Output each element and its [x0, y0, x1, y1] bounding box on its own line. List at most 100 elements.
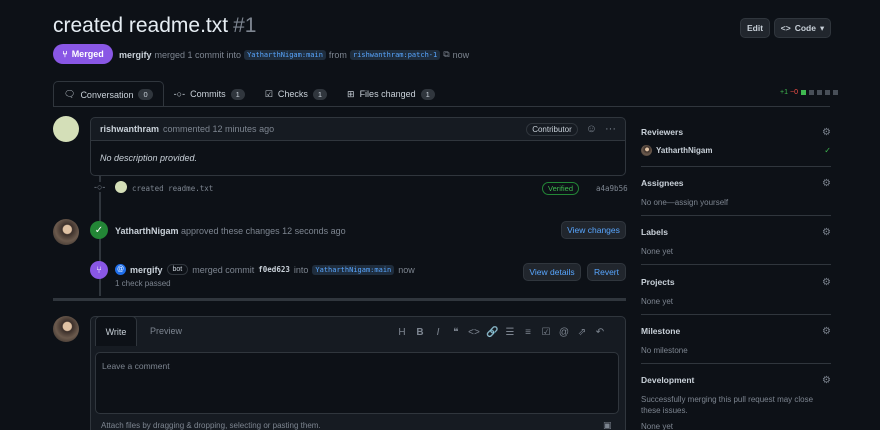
verified-badge[interactable]: Verified	[542, 182, 580, 195]
diff-square	[832, 90, 838, 95]
comment-author[interactable]: rishwanthram	[100, 124, 159, 134]
tab-commits[interactable]: -○- Commits 1	[164, 81, 255, 107]
cross-reference-icon[interactable]: ⇗	[576, 327, 588, 338]
tab-write[interactable]: Write	[95, 316, 137, 346]
avatar[interactable]	[115, 181, 127, 193]
comment-header: rishwanthram commented 12 minutes ago Co…	[90, 117, 626, 141]
copy-icon[interactable]: ⧉	[443, 49, 449, 60]
tab-files-changed[interactable]: ⊞ Files changed 1	[337, 81, 445, 107]
mergify-avatar[interactable]: @	[115, 264, 126, 275]
merger-link[interactable]: mergify	[119, 50, 152, 60]
check-icon: ✓	[824, 146, 831, 155]
gear-icon[interactable]: ⚙	[822, 375, 831, 386]
gear-icon[interactable]: ⚙	[822, 326, 831, 337]
kebab-menu-icon[interactable]: ···	[605, 123, 616, 135]
sidebar-value: None yet	[641, 297, 674, 306]
pr-title: created readme.txt	[53, 14, 229, 37]
code-icon[interactable]: <>	[468, 327, 480, 338]
avatar[interactable]	[53, 116, 79, 142]
head-branch[interactable]: rishwanthram:patch-1	[349, 49, 441, 60]
commit-sha[interactable]: a4a9b56	[596, 184, 628, 193]
markdown-icon[interactable]: ▣	[603, 420, 612, 430]
check-icon: ✓	[90, 221, 108, 239]
diff-square	[824, 90, 830, 95]
merger-name[interactable]: mergify	[130, 265, 163, 275]
tab-count: 1	[420, 88, 435, 100]
task-list-icon[interactable]: ☑	[540, 327, 552, 338]
tab-label: Checks	[277, 89, 308, 99]
reply-icon[interactable]: ↶	[594, 327, 606, 338]
merge-sha[interactable]: f0ed623	[258, 265, 290, 274]
sidebar-development: Development ⚙ Successfully merging this …	[641, 375, 831, 430]
sidebar-labels: Labels ⚙ None yet	[641, 227, 831, 265]
diff-square	[800, 90, 806, 95]
view-changes-button[interactable]: View changes	[561, 221, 626, 239]
italic-icon[interactable]: I	[432, 327, 444, 338]
sidebar-assignees: Assignees ⚙ No one—assign yourself	[641, 178, 831, 216]
merge-event: @ mergify bot merged commit f0ed623 into…	[115, 264, 415, 275]
checklist-icon: ☑	[264, 88, 273, 99]
avatar[interactable]	[641, 145, 652, 156]
sidebar-value[interactable]: No one—assign yourself	[641, 197, 831, 208]
sidebar-projects: Projects ⚙ None yet	[641, 277, 831, 315]
reviewer-name[interactable]: YatharthNigam	[656, 146, 712, 155]
sidebar-title: Projects	[641, 277, 675, 287]
sidebar-title: Assignees	[641, 178, 684, 188]
tab-count: 1	[312, 88, 328, 100]
smiley-icon[interactable]: ☺	[586, 123, 597, 135]
link-icon[interactable]: 🔗	[486, 327, 498, 338]
status-label: Merged	[71, 49, 104, 59]
sidebar-reviewers: Reviewers ⚙ YatharthNigam ✓	[641, 127, 831, 167]
file-diff-icon: ⊞	[347, 88, 355, 99]
unordered-list-icon[interactable]: ☰	[504, 327, 516, 338]
sidebar-title: Reviewers	[641, 127, 684, 137]
from-label: from	[328, 49, 347, 60]
gear-icon[interactable]: ⚙	[822, 277, 831, 288]
sidebar-value: None yet	[641, 422, 674, 430]
tab-conversation[interactable]: 🗨 Conversation 0	[53, 81, 164, 107]
quote-icon[interactable]: ❝	[450, 327, 462, 338]
role-badge: Contributor	[526, 122, 578, 136]
merge-branch[interactable]: YatharthNigam:main	[312, 264, 395, 275]
pr-tabs: 🗨 Conversation 0 -○- Commits 1 ☑ Checks …	[53, 81, 445, 107]
gear-icon[interactable]: ⚙	[822, 227, 831, 238]
reviewer-name[interactable]: YatharthNigam	[115, 226, 179, 236]
checks-summary[interactable]: 1 check passed	[115, 279, 171, 288]
ordered-list-icon[interactable]: ≡	[522, 327, 534, 338]
pr-number: #1	[233, 14, 257, 37]
mention-icon[interactable]: @	[558, 327, 570, 338]
view-details-button[interactable]: View details	[523, 263, 581, 281]
tabs-divider	[53, 106, 830, 107]
avatar[interactable]	[53, 316, 79, 342]
status-badge: ⑂ Merged	[53, 44, 113, 64]
tab-checks[interactable]: ☑ Checks 1	[255, 81, 337, 107]
commit-message[interactable]: created readme.txt	[132, 184, 213, 193]
attach-hint[interactable]: Attach files by dragging & dropping, sel…	[101, 421, 321, 430]
tab-count: 0	[138, 89, 153, 100]
base-branch[interactable]: YatharthNigam:main	[244, 49, 326, 60]
pr-subline: mergify merged 1 commit into YatharthNig…	[119, 49, 469, 60]
comment-meta[interactable]: commented 12 minutes ago	[163, 124, 274, 134]
bold-icon[interactable]: B	[414, 327, 426, 338]
sidebar-title: Labels	[641, 227, 668, 237]
comment-input[interactable]: Leave a comment	[95, 352, 619, 414]
sidebar-title: Development	[641, 375, 695, 385]
commit-icon: -○-	[173, 89, 186, 99]
deletions: −0	[789, 89, 798, 96]
gear-icon[interactable]: ⚙	[822, 127, 831, 138]
page-title: created readme.txt #1	[53, 14, 256, 38]
diff-square	[808, 90, 814, 95]
revert-button[interactable]: Revert	[587, 263, 626, 281]
code-icon: <>	[780, 23, 791, 33]
timeline-separator	[53, 298, 626, 301]
sidebar-value: Successfully merging this pull request m…	[641, 395, 814, 415]
sidebar-title: Milestone	[641, 326, 681, 336]
merge-icon: ⑂	[90, 261, 108, 279]
avatar[interactable]	[53, 219, 79, 245]
heading-icon[interactable]: H	[396, 327, 408, 338]
tab-preview[interactable]: Preview	[142, 316, 190, 346]
code-button[interactable]: <> Code ▾	[774, 18, 831, 38]
gear-icon[interactable]: ⚙	[822, 178, 831, 189]
tab-count: 1	[230, 88, 245, 100]
edit-button[interactable]: Edit	[740, 18, 770, 38]
